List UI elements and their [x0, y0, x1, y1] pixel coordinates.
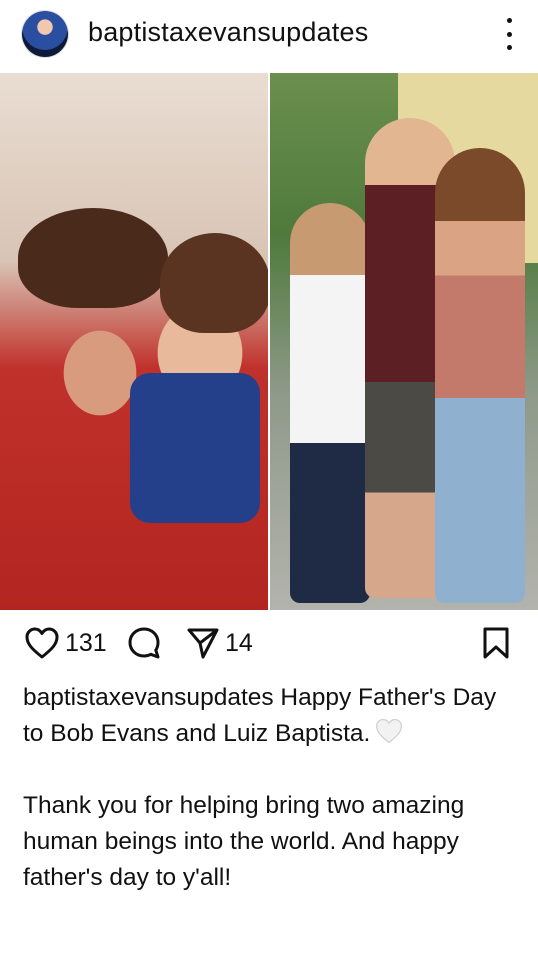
- post-action-bar: 131 14: [0, 618, 538, 670]
- post-username[interactable]: baptistaxevansupdates: [88, 17, 368, 48]
- comment-bubble-icon: [128, 627, 160, 659]
- avatar[interactable]: [22, 11, 68, 57]
- post-photo-collage[interactable]: [0, 73, 538, 610]
- comment-button[interactable]: [127, 626, 161, 660]
- send-icon: [187, 628, 219, 659]
- more-vertical-icon[interactable]: [504, 18, 514, 50]
- bookmark-icon: [483, 627, 509, 659]
- like-button[interactable]: 131: [24, 626, 107, 660]
- like-count: 131: [65, 628, 107, 657]
- photo-father-and-child: [0, 73, 268, 610]
- caption-paragraph-2: Thank you for helping bring two amazing …: [23, 792, 465, 891]
- caption-username[interactable]: baptistaxevansupdates: [23, 684, 274, 711]
- share-count: 14: [225, 628, 253, 657]
- save-button[interactable]: [482, 626, 510, 660]
- share-button[interactable]: 14: [186, 626, 253, 660]
- post-caption: baptistaxevansupdates Happy Father's Day…: [23, 680, 523, 896]
- white-heart-icon: [376, 718, 403, 744]
- photo-family-outdoors: [270, 73, 538, 610]
- post-header: baptistaxevansupdates: [0, 0, 538, 70]
- heart-outline-icon: [25, 627, 59, 659]
